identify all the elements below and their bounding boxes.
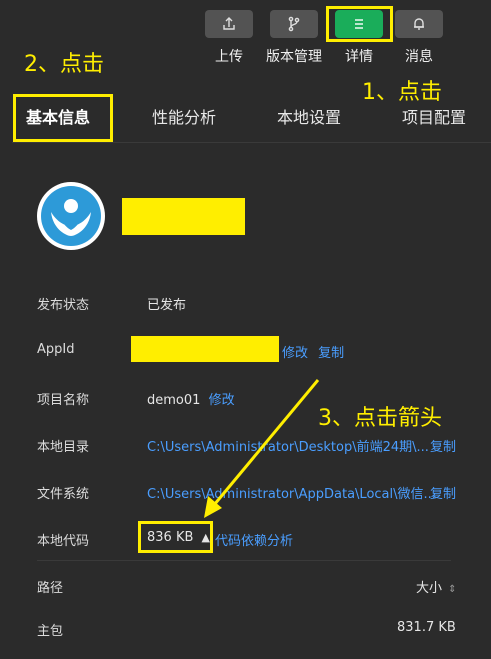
annotation-step-3: 3、点击箭头	[318, 406, 442, 431]
arrow-line	[212, 379, 320, 506]
annotation-arrow	[204, 379, 320, 518]
